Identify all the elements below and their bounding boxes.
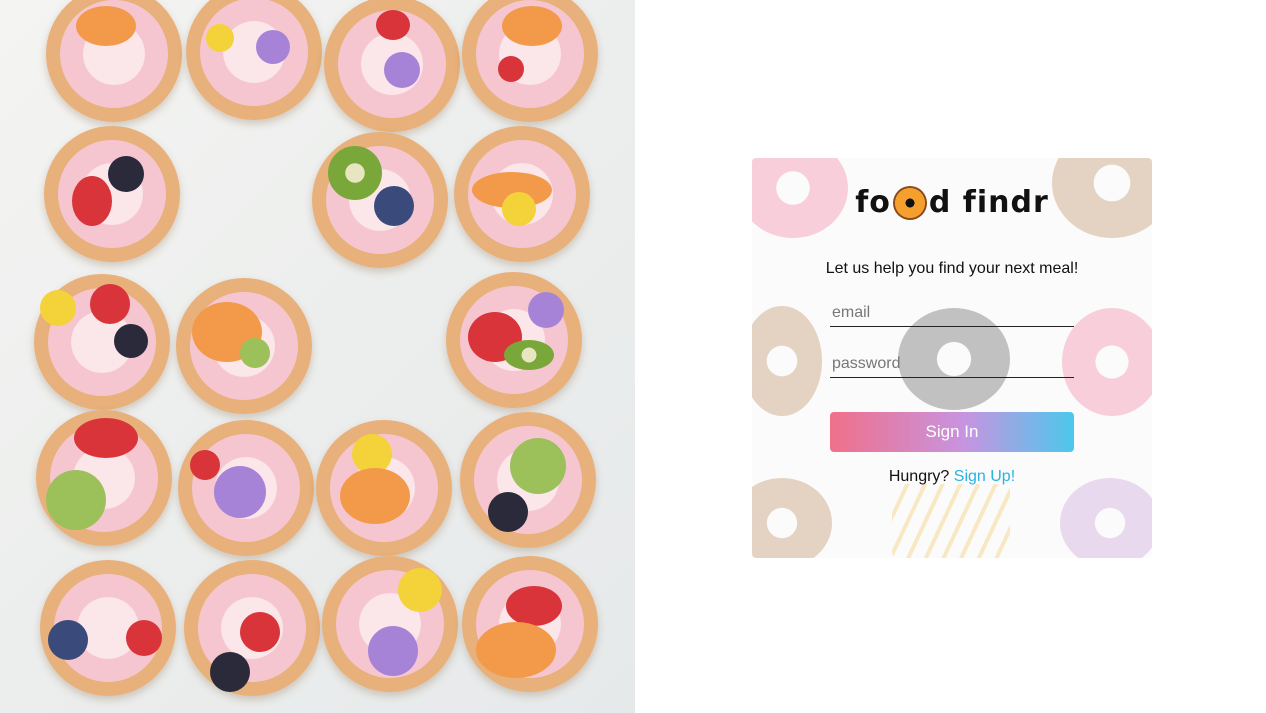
- donut-logo-icon: [892, 185, 927, 220]
- donut: [462, 0, 598, 122]
- donut: [312, 132, 448, 268]
- login-card: fo d findr Let us help you find your next…: [752, 158, 1152, 558]
- donut: [46, 0, 182, 122]
- logo-text-left: fo: [855, 185, 891, 220]
- logo-text-right: d findr: [928, 185, 1049, 220]
- background-donut: [752, 306, 822, 416]
- donut: [176, 278, 312, 414]
- donut: [446, 272, 582, 408]
- donut: [324, 0, 460, 132]
- signup-row: Hungry? Sign Up!: [752, 468, 1152, 486]
- background-donut: [1062, 308, 1152, 416]
- sign-in-button[interactable]: Sign In: [830, 412, 1074, 452]
- background-donut: [1060, 478, 1152, 558]
- donut: [462, 556, 598, 692]
- sign-up-link[interactable]: Sign Up!: [954, 468, 1015, 485]
- app-logo: fo d findr: [752, 184, 1152, 220]
- donut: [44, 126, 180, 262]
- hero-photo: [0, 0, 635, 713]
- donut: [316, 420, 452, 556]
- signup-prompt: Hungry?: [888, 468, 950, 485]
- donut: [460, 412, 596, 548]
- donut: [40, 560, 176, 696]
- password-field[interactable]: [830, 350, 1074, 378]
- donut: [178, 420, 314, 556]
- donut: [34, 274, 170, 410]
- background-pastry: [892, 484, 1010, 558]
- donut: [186, 0, 322, 120]
- donut: [454, 126, 590, 262]
- donut: [322, 556, 458, 692]
- donut: [36, 410, 172, 546]
- tagline: Let us help you find your next meal!: [825, 260, 1079, 277]
- donut: [184, 560, 320, 696]
- background-donut: [752, 478, 832, 558]
- email-field[interactable]: [830, 299, 1074, 327]
